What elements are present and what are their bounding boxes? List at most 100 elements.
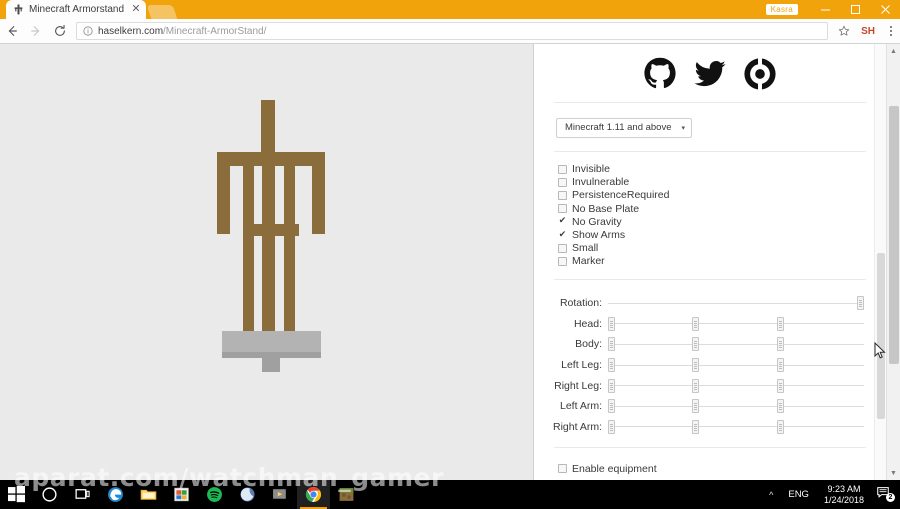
- page-viewport: Minecraft 1.11 and above ▾ Invisible Inv…: [0, 44, 900, 480]
- slider-knob-right-leg-x[interactable]: [608, 378, 615, 393]
- checkbox-box-checked[interactable]: [558, 230, 567, 240]
- checkbox-small[interactable]: Small: [558, 242, 886, 255]
- slider-knob-left-arm-y[interactable]: [692, 399, 700, 414]
- action-center-icon[interactable]: 2: [872, 485, 900, 504]
- checkbox-no-gravity[interactable]: No Gravity: [558, 215, 886, 228]
- cortana-icon[interactable]: [33, 480, 66, 509]
- scroll-up-arrow-icon[interactable]: ▲: [887, 44, 900, 58]
- checkbox-persistencerequired[interactable]: PersistenceRequired: [558, 189, 886, 202]
- profile-name-chip[interactable]: Kasra: [765, 4, 798, 15]
- back-arrow-icon[interactable]: [0, 19, 24, 43]
- start-button[interactable]: [0, 480, 33, 509]
- slider-track-right-leg[interactable]: [608, 378, 864, 393]
- checkbox-box[interactable]: [558, 190, 567, 200]
- twitter-icon[interactable]: [693, 57, 727, 91]
- kebab-menu-icon[interactable]: [882, 26, 900, 36]
- slider-row-left-arm: Left Arm:: [534, 396, 864, 417]
- system-tray: ^ ENG 9:23 AM 1/24/2018 2: [761, 480, 900, 509]
- new-tab-button[interactable]: [146, 5, 178, 19]
- language-indicator[interactable]: ENG: [781, 489, 816, 500]
- address-bar[interactable]: haselkern.com/Minecraft-ArmorStand/: [76, 22, 829, 40]
- edge-icon[interactable]: [99, 480, 132, 509]
- checkbox-label: Enable equipment: [572, 462, 657, 475]
- slider-row-left-leg: Left Leg:: [534, 355, 864, 376]
- slider-knob-rotation[interactable]: [857, 296, 864, 311]
- checkbox-label: Small: [572, 242, 599, 255]
- slider-knob-left-leg-x[interactable]: [608, 358, 615, 373]
- checkbox-invulnerable[interactable]: Invulnerable: [558, 176, 886, 189]
- checkbox-box[interactable]: [558, 256, 567, 266]
- minecraft-armor-stand[interactable]: [196, 100, 346, 410]
- checkbox-marker[interactable]: Marker: [558, 255, 886, 268]
- slider-row-body: Body:: [534, 334, 864, 355]
- slider-track-right-arm[interactable]: [608, 419, 864, 434]
- slider-knob-body-y[interactable]: [692, 337, 700, 352]
- slider-label: Rotation:: [559, 297, 602, 310]
- checkbox-enable-equipment[interactable]: Enable equipment: [558, 462, 886, 475]
- tab-close-button[interactable]: ✕: [130, 0, 142, 19]
- spotify-icon[interactable]: [198, 480, 231, 509]
- slider-knob-left-leg-z[interactable]: [776, 358, 784, 373]
- slider-knob-left-arm-x[interactable]: [608, 399, 615, 414]
- slider-track-rotation[interactable]: [608, 296, 864, 311]
- bookmark-star-icon[interactable]: [834, 25, 854, 37]
- slider-knob-right-arm-x[interactable]: [608, 419, 615, 434]
- chevron-down-icon: ▾: [681, 124, 686, 132]
- slider-knob-body-z[interactable]: [776, 337, 784, 352]
- pane-scrollbar[interactable]: [874, 44, 886, 480]
- page-info-icon[interactable]: [83, 26, 93, 36]
- checkbox-no-base-plate[interactable]: No Base Plate: [558, 202, 886, 215]
- slider-track-head[interactable]: [608, 316, 864, 331]
- tray-expand-chevron-icon[interactable]: ^: [761, 490, 781, 500]
- slider-knob-left-arm-z[interactable]: [776, 399, 784, 414]
- minecraft-icon[interactable]: [330, 480, 363, 509]
- clock[interactable]: 9:23 AM 1/24/2018: [816, 484, 872, 506]
- chrome-icon[interactable]: [297, 480, 330, 509]
- checkbox-box-checked[interactable]: [558, 217, 567, 227]
- slider-knob-right-leg-z[interactable]: [776, 378, 784, 393]
- slider-knob-right-arm-y[interactable]: [692, 419, 700, 434]
- slider-track-left-arm[interactable]: [608, 399, 864, 414]
- checkbox-box[interactable]: [558, 204, 567, 214]
- checkbox-box[interactable]: [558, 177, 567, 187]
- slider-knob-right-leg-y[interactable]: [692, 378, 700, 393]
- slider-track-body[interactable]: [608, 337, 864, 352]
- checkbox-box[interactable]: [558, 464, 567, 474]
- browser-tab[interactable]: Minecraft Armorstand ✕: [6, 0, 146, 19]
- minecraft-version-select[interactable]: Minecraft 1.11 and above ▾: [556, 117, 693, 138]
- windows-taskbar: ^ ENG 9:23 AM 1/24/2018 2 aparat.com/wat…: [0, 463, 900, 509]
- media-player-icon[interactable]: [264, 480, 297, 509]
- slider-knob-body-x[interactable]: [608, 337, 615, 352]
- scroll-down-arrow-icon[interactable]: ▼: [887, 466, 900, 480]
- armorstand-render-pane[interactable]: [0, 44, 533, 480]
- reload-icon[interactable]: [48, 19, 72, 43]
- profile-avatar[interactable]: SH: [854, 26, 882, 37]
- microsoft-store-icon[interactable]: [165, 480, 198, 509]
- pane-scrollbar-thumb[interactable]: [877, 253, 885, 419]
- armorstand-icon: [13, 4, 24, 15]
- minimize-button[interactable]: [810, 0, 840, 19]
- slider-track-left-leg[interactable]: [608, 358, 864, 373]
- rotation-sliders: Rotation: Head: Body: Left Leg: Right Le…: [534, 280, 886, 447]
- maximize-button[interactable]: [840, 0, 870, 19]
- page-scrollbar-thumb[interactable]: [889, 106, 899, 364]
- page-scrollbar[interactable]: ▲ ▼: [886, 44, 900, 480]
- slider-track-line: [608, 323, 864, 325]
- checkbox-box[interactable]: [558, 164, 567, 174]
- checkbox-show-arms[interactable]: Show Arms: [558, 228, 886, 241]
- task-view-icon[interactable]: [66, 480, 99, 509]
- checkbox-invisible[interactable]: Invisible: [558, 163, 886, 176]
- checkbox-box[interactable]: [558, 243, 567, 253]
- slider-label: Left Leg:: [561, 359, 602, 372]
- planetminecraft-icon[interactable]: [743, 57, 777, 91]
- file-explorer-icon[interactable]: [132, 480, 165, 509]
- close-button[interactable]: [870, 0, 900, 19]
- slider-knob-head-y[interactable]: [692, 316, 700, 331]
- flags-checkbox-list: Invisible Invulnerable PersistenceRequir…: [534, 152, 886, 280]
- slider-knob-left-leg-y[interactable]: [692, 358, 700, 373]
- slider-knob-right-arm-z[interactable]: [776, 419, 784, 434]
- github-icon[interactable]: [643, 57, 677, 91]
- moon-app-icon[interactable]: [231, 480, 264, 509]
- slider-knob-head-z[interactable]: [776, 316, 784, 331]
- slider-knob-head-x[interactable]: [608, 316, 615, 331]
